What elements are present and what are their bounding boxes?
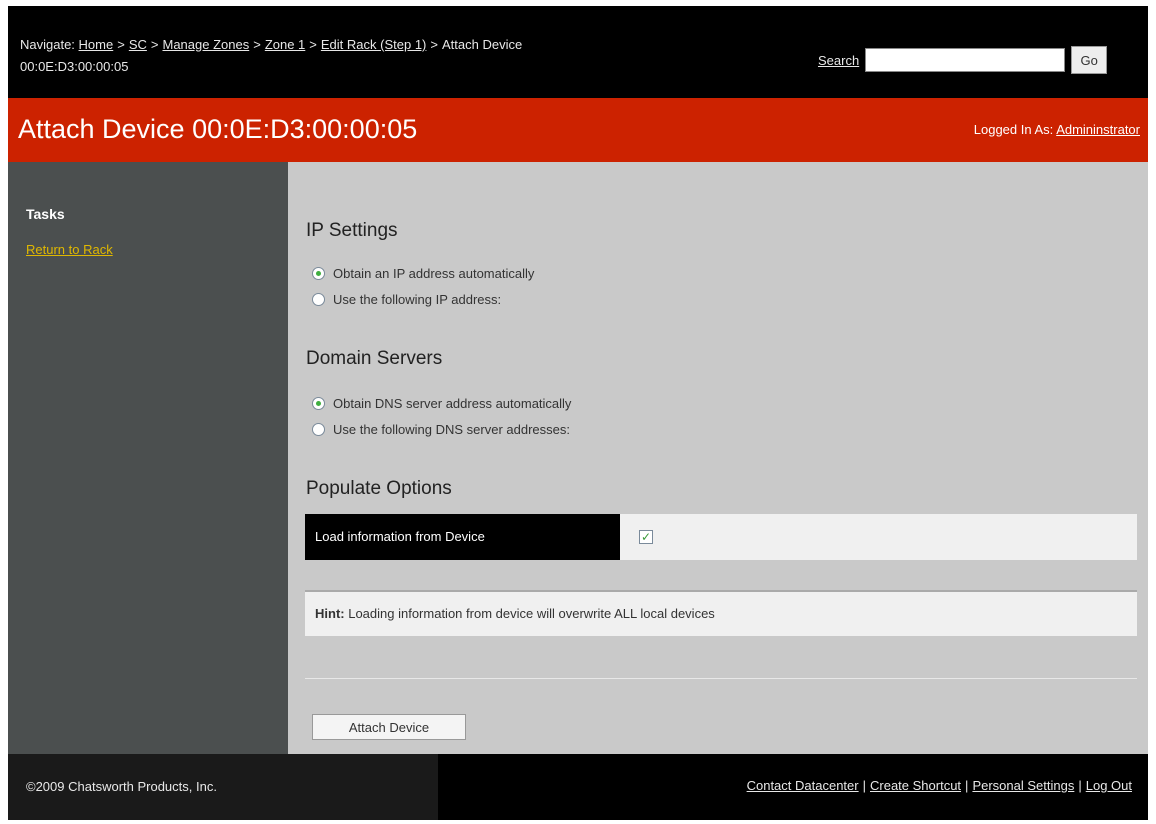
hint-text: Loading information from device will ove…	[344, 606, 715, 621]
breadcrumb-prefix: Navigate:	[20, 37, 75, 52]
dns-auto-radio[interactable]	[312, 397, 325, 410]
ip-manual-radio[interactable]	[312, 293, 325, 306]
logged-in-label: Logged In As:	[973, 122, 1054, 137]
copyright: ©2009 Chatsworth Products, Inc.	[8, 754, 438, 820]
go-button[interactable]: Go	[1071, 46, 1108, 74]
breadcrumb: Navigate: Home > SC > Manage Zones > Zone 1 > Ed…	[20, 34, 522, 78]
sidebar: Tasks Return to Rack	[8, 162, 288, 754]
main-content: IP Settings Obtain an IP address automat…	[288, 162, 1148, 754]
logged-in-info: Logged In As: Admininstrator	[974, 122, 1140, 137]
breadcrumb-zone-1[interactable]: Zone 1	[265, 37, 305, 52]
hint-label: Hint:	[315, 606, 345, 621]
ip-auto-radio[interactable]	[312, 267, 325, 280]
breadcrumb-separator: >	[117, 37, 125, 52]
attach-device-button[interactable]: Attach Device	[312, 714, 466, 740]
domain-servers-heading: Domain Servers	[306, 348, 443, 369]
breadcrumb-separator: >	[430, 37, 438, 52]
dns-manual-label: Use the following DNS server addresses:	[333, 422, 570, 437]
populate-options-heading: Populate Options	[306, 478, 452, 499]
ip-manual-label: Use the following IP address:	[333, 292, 502, 307]
personal-settings-link[interactable]: Personal Settings	[972, 778, 1074, 793]
dns-auto-label: Obtain DNS server address automatically	[333, 396, 572, 411]
footer-links: Contact Datacenter | Create Shortcut | Perso…	[747, 778, 1132, 793]
search-area: Search Go	[818, 46, 1108, 74]
load-info-row: Load information from Device ✓	[305, 514, 1137, 560]
breadcrumb-edit-rack[interactable]: Edit Rack (Step 1)	[321, 37, 427, 52]
contact-datacenter-link[interactable]: Contact Datacenter	[747, 778, 859, 793]
page-title: Attach Device 00:0E:D3:00:00:05	[18, 114, 418, 144]
return-to-rack-link[interactable]: Return to Rack	[26, 242, 113, 257]
breadcrumb-current: Attach Device	[441, 37, 523, 52]
divider	[305, 678, 1137, 679]
top-navigation-bar: Navigate: Home > SC > Manage Zones > Zone 1 > Ed…	[8, 6, 1148, 98]
dns-manual-option[interactable]: Use the following DNS server addresses:	[312, 422, 570, 437]
ip-auto-label: Obtain an IP address automatically	[333, 266, 535, 281]
breadcrumb-separator: >	[309, 37, 317, 52]
page-header: Attach Device 00:0E:D3:00:00:05 Logged I…	[8, 98, 1148, 162]
ip-auto-option[interactable]: Obtain an IP address automatically	[312, 266, 534, 281]
ip-settings-heading: IP Settings	[306, 220, 398, 241]
create-shortcut-link[interactable]: Create Shortcut	[870, 778, 961, 793]
log-out-link[interactable]: Log Out	[1086, 778, 1132, 793]
load-info-checkbox[interactable]: ✓	[639, 530, 653, 544]
dns-manual-radio[interactable]	[312, 423, 325, 436]
breadcrumb-sc[interactable]: SC	[129, 37, 147, 52]
breadcrumb-home[interactable]: Home	[79, 37, 114, 52]
search-link[interactable]: Search	[818, 53, 859, 68]
tasks-heading: Tasks	[26, 206, 65, 222]
breadcrumb-current-device: 00:0E:D3:00:00:05	[20, 59, 129, 74]
hint-box: Hint: Loading information from device wi…	[305, 590, 1137, 636]
app-frame: Navigate: Home > SC > Manage Zones > Zone 1 > Ed…	[8, 6, 1148, 820]
breadcrumb-separator: >	[150, 37, 159, 52]
footer-separator: |	[965, 778, 969, 793]
ip-manual-option[interactable]: Use the following IP address:	[312, 292, 501, 307]
footer: ©2009 Chatsworth Products, Inc. Contact …	[8, 754, 1148, 820]
load-info-label: Load information from Device	[305, 514, 620, 560]
dns-auto-option[interactable]: Obtain DNS server address automatically	[312, 396, 571, 411]
breadcrumb-separator: >	[253, 37, 261, 52]
breadcrumb-manage-zones[interactable]: Manage Zones	[162, 37, 249, 52]
user-link[interactable]: Admininstrator	[1056, 122, 1140, 137]
search-input[interactable]	[865, 48, 1066, 72]
footer-separator: |	[862, 778, 866, 793]
footer-separator: |	[1078, 778, 1082, 793]
